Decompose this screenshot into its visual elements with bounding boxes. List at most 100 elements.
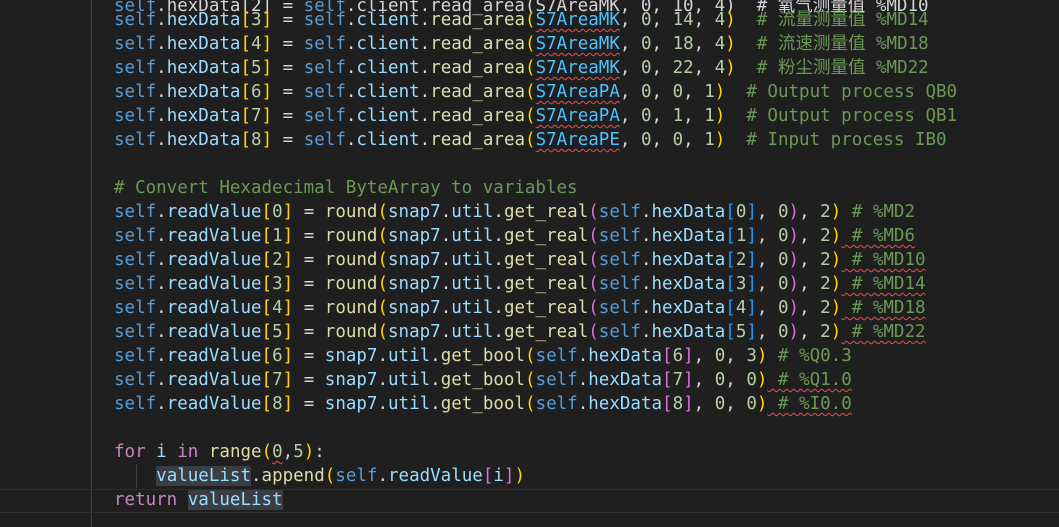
code-token: snap7 xyxy=(324,346,378,366)
code-token: 0 xyxy=(777,250,789,270)
code-line[interactable]: self.readValue[4] = round(snap7.util.get… xyxy=(0,296,926,320)
code-token: self xyxy=(598,298,641,318)
code-token: readValue xyxy=(166,322,262,342)
code-token: . xyxy=(577,394,589,414)
code-token: hexData xyxy=(651,274,726,294)
code-line[interactable]: # Convert Hexadecimal ByteArray to varia… xyxy=(0,176,578,200)
code-line[interactable]: self.readValue[8] = snap7.util.get_bool(… xyxy=(0,392,852,416)
code-token: = xyxy=(293,202,325,222)
code-token: ( xyxy=(588,322,599,342)
code-token: read_area xyxy=(430,34,526,54)
code-token: ] xyxy=(746,298,757,318)
code-line[interactable]: self.hexData[4] = self.client.read_area(… xyxy=(0,32,929,56)
code-token: . xyxy=(156,130,167,150)
code-token: snap7 xyxy=(388,250,441,270)
code-token: 3 xyxy=(272,274,283,294)
code-token: ] xyxy=(282,274,294,294)
code-token: . xyxy=(493,202,504,222)
code-line[interactable]: self.hexData[3] = self.client.read_area(… xyxy=(0,8,929,32)
code-token: self xyxy=(114,250,157,270)
code-token: : xyxy=(314,442,325,462)
code-line[interactable]: self.readValue[3] = round(snap7.util.get… xyxy=(0,272,926,296)
code-token: ] xyxy=(282,322,294,342)
code-token: self xyxy=(114,82,157,102)
code-token: ( xyxy=(525,58,536,78)
code-token: # %MD6 xyxy=(841,226,916,246)
code-token: 0 xyxy=(640,106,652,126)
code-token: . xyxy=(577,370,589,390)
code-token: hexData xyxy=(588,346,663,366)
code-token: . xyxy=(419,130,431,150)
code-line[interactable]: for i in range(0,5): xyxy=(0,440,325,464)
code-token: round xyxy=(324,298,378,318)
code-token: . xyxy=(156,346,167,366)
code-token: valueList xyxy=(187,490,283,510)
code-token: util xyxy=(388,346,431,366)
code-line[interactable]: self.readValue[1] = round(snap7.util.get… xyxy=(0,224,915,248)
code-line[interactable]: valueList.append(self.readValue[i]) xyxy=(0,464,525,488)
code-token: 2 xyxy=(820,202,831,222)
code-token: 0 xyxy=(735,202,747,222)
code-token: . xyxy=(493,274,504,294)
code-token: hexData xyxy=(166,34,241,54)
code-line[interactable]: self.hexData[8] = self.client.read_area(… xyxy=(0,128,947,152)
code-token: , xyxy=(756,298,778,318)
code-token: self xyxy=(114,298,157,318)
code-token: . xyxy=(345,10,357,30)
code-token: self xyxy=(114,106,157,126)
code-token: client xyxy=(356,34,420,54)
code-token: . xyxy=(640,250,652,270)
code-token: 22 xyxy=(672,58,694,78)
code-token: round xyxy=(324,226,378,246)
code-token: . xyxy=(493,226,504,246)
code-token: [ xyxy=(662,394,673,414)
code-token: [ xyxy=(240,58,252,78)
code-token: ( xyxy=(324,466,336,486)
code-token: # 流速测量值 %MD18 xyxy=(735,34,929,54)
code-line[interactable]: self.hexData[6] = self.client.read_area(… xyxy=(0,80,957,104)
code-line[interactable]: self.readValue[7] = snap7.util.get_bool(… xyxy=(0,368,852,392)
code-line[interactable] xyxy=(0,416,114,440)
code-token: read_area xyxy=(430,82,526,102)
code-token: get_bool xyxy=(440,394,526,414)
code-token: , xyxy=(725,394,747,414)
code-token: [ xyxy=(725,202,736,222)
code-token: , xyxy=(651,106,673,126)
code-token: . xyxy=(156,394,167,414)
code-token: . xyxy=(250,466,262,486)
code-token: snap7 xyxy=(324,370,378,390)
code-token: self xyxy=(114,226,157,246)
code-token: , xyxy=(799,298,821,318)
code-token: 2 xyxy=(820,274,831,294)
code-token: 3 xyxy=(251,10,262,30)
code-line[interactable]: self.hexData[7] = self.client.read_area(… xyxy=(0,104,957,128)
code-token: ( xyxy=(525,82,536,102)
code-token: get_bool xyxy=(440,370,526,390)
code-token: 4 xyxy=(714,34,726,54)
code-token: 0 xyxy=(714,346,726,366)
code-token: 18 xyxy=(672,34,694,54)
code-token: . xyxy=(156,226,167,246)
code-line[interactable]: self.readValue[0] = round(snap7.util.get… xyxy=(0,200,915,224)
code-token: [ xyxy=(261,274,273,294)
code-token: self xyxy=(114,322,157,342)
code-line[interactable]: return valueList xyxy=(0,488,283,512)
code-token: [ xyxy=(662,346,673,366)
code-token: readValue xyxy=(166,250,262,270)
code-token: 4 xyxy=(251,34,262,54)
code-editor[interactable]: self.hexData[2] = self.client.read_area(… xyxy=(0,0,1059,527)
code-line[interactable]: self.hexData[5] = self.client.read_area(… xyxy=(0,56,929,80)
code-token: . xyxy=(440,322,452,342)
code-token: 3 xyxy=(735,274,747,294)
code-token: hexData xyxy=(651,202,726,222)
code-line[interactable] xyxy=(0,152,114,176)
code-token: S7AreaPE xyxy=(535,130,620,150)
code-token: client xyxy=(356,10,420,30)
code-line[interactable]: self.readValue[5] = round(snap7.util.get… xyxy=(0,320,926,344)
code-token: self xyxy=(114,130,157,150)
code-token: . xyxy=(440,298,452,318)
code-line[interactable]: self.readValue[6] = snap7.util.get_bool(… xyxy=(0,344,852,368)
code-line[interactable]: self.readValue[2] = round(snap7.util.get… xyxy=(0,248,926,272)
code-token: get_real xyxy=(503,274,589,294)
